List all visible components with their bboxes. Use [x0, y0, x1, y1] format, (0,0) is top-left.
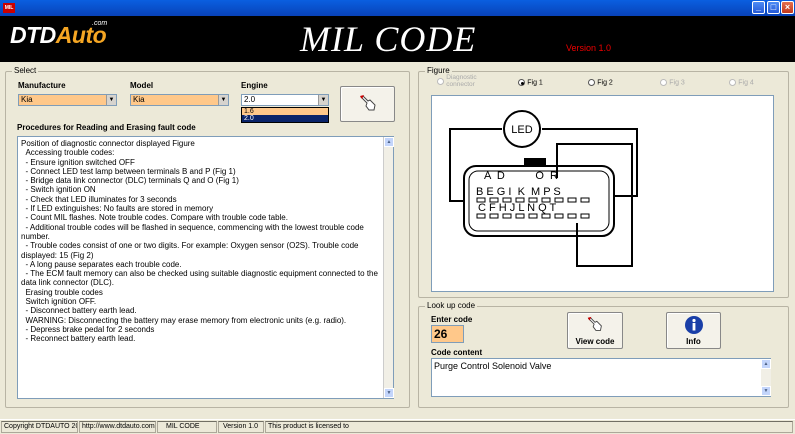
- radio-label: Fig 3: [669, 79, 685, 87]
- model-label: Model: [130, 81, 154, 90]
- radio-fig1[interactable]: Fig 1: [518, 78, 543, 87]
- status-license: This product is licensed to: [265, 421, 793, 433]
- radio-circle: [729, 79, 736, 87]
- info-label: Info: [686, 337, 701, 346]
- radio-fig3[interactable]: Fig 3: [660, 78, 685, 87]
- connector-key: [524, 158, 546, 166]
- scroll-up-icon[interactable]: ▲: [384, 137, 394, 147]
- status-version: Version 1.0: [218, 421, 264, 433]
- scroll-down-icon[interactable]: ▼: [761, 386, 771, 396]
- radio-diagnostic-connector[interactable]: Diagnostic connector: [437, 74, 497, 88]
- header-version: Version 1.0: [566, 43, 612, 53]
- code-content-label: Code content: [431, 348, 483, 357]
- close-button[interactable]: ×: [781, 1, 794, 14]
- select-legend: Select: [12, 66, 39, 75]
- scroll-up-icon[interactable]: ▲: [761, 359, 771, 369]
- chevron-down-icon[interactable]: ▼: [318, 95, 328, 105]
- radio-fig2[interactable]: Fig 2: [588, 78, 613, 87]
- code-input[interactable]: 26: [431, 325, 464, 343]
- procedures-scrollbar[interactable]: ▲ ▼: [383, 137, 394, 398]
- radio-circle: [588, 79, 595, 87]
- status-website: http://www.dtdauto.com: [79, 421, 156, 433]
- connector-diagram: LED A D O R B E G I K M P S C F H J L N …: [449, 110, 638, 267]
- procedures-label: Procedures for Reading and Erasing fault…: [17, 123, 196, 132]
- view-code-button[interactable]: View code: [567, 312, 623, 349]
- app-icon: MIL: [3, 3, 15, 13]
- enter-code-label: Enter code: [431, 315, 473, 324]
- engine-option[interactable]: 2.0: [242, 115, 328, 122]
- chevron-down-icon[interactable]: ▼: [218, 95, 228, 105]
- logo-dtd: DTD: [10, 22, 56, 48]
- select-button[interactable]: [340, 86, 395, 122]
- radio-label: Fig 4: [738, 79, 754, 87]
- status-bar: Copyright DTDAUTO 2008 http://www.dtdaut…: [0, 419, 795, 434]
- radio-fig4[interactable]: Fig 4: [729, 78, 754, 87]
- engine-select[interactable]: 2.0 ▼: [241, 94, 329, 106]
- radio-circle: [437, 77, 444, 85]
- manufacture-label: Manufacture: [18, 81, 66, 90]
- model-select[interactable]: Kia ▼: [130, 94, 229, 106]
- engine-label: Engine: [241, 81, 268, 90]
- model-value: Kia: [133, 95, 145, 104]
- engine-value: 2.0: [244, 95, 256, 104]
- procedures-textarea[interactable]: Position of diagnostic connector display…: [17, 136, 394, 399]
- engine-dropdown-list[interactable]: 1.6 2.0: [241, 107, 329, 123]
- code-content-scrollbar[interactable]: ▲ ▼: [761, 359, 771, 396]
- view-code-label: View code: [575, 337, 615, 346]
- pointing-hand-icon: [587, 316, 602, 331]
- status-copyright: Copyright DTDAUTO 2008: [1, 421, 78, 433]
- manufacture-value: Kia: [21, 95, 33, 104]
- code-content-textarea[interactable]: Purge Control Solenoid Valve: [431, 358, 771, 397]
- manufacture-select[interactable]: Kia ▼: [18, 94, 117, 106]
- info-button[interactable]: Info: [666, 312, 721, 349]
- radio-circle: [660, 79, 667, 87]
- figure-panel: LED A D O R B E G I K M P S C F H J L N …: [431, 95, 774, 292]
- chevron-down-icon[interactable]: ▼: [106, 95, 116, 105]
- window-titlebar[interactable]: MIL _ □ ×: [0, 0, 795, 16]
- radio-label: Fig 1: [527, 79, 543, 87]
- led-label: LED: [511, 124, 532, 136]
- radio-label: Fig 2: [597, 79, 613, 87]
- page-title: MIL CODE: [300, 19, 477, 59]
- lookup-legend: Look up code: [425, 301, 478, 310]
- radio-label: Diagnostic connector: [446, 74, 477, 88]
- status-app-name: MIL CODE: [157, 421, 217, 433]
- minimize-button[interactable]: _: [752, 1, 765, 14]
- scroll-down-icon[interactable]: ▼: [384, 388, 394, 398]
- logo-com: .com: [92, 20, 108, 27]
- radio-circle: [518, 79, 525, 87]
- info-icon: [684, 316, 703, 334]
- pointing-hand-icon: [359, 95, 376, 111]
- connector-row3: C F H J L N Q T: [478, 202, 557, 214]
- engine-option[interactable]: 1.6: [242, 108, 328, 115]
- maximize-button[interactable]: □: [767, 1, 780, 14]
- connector-top-row: A D O R: [484, 170, 558, 182]
- connector-row2: B E G I K M P S: [476, 186, 561, 198]
